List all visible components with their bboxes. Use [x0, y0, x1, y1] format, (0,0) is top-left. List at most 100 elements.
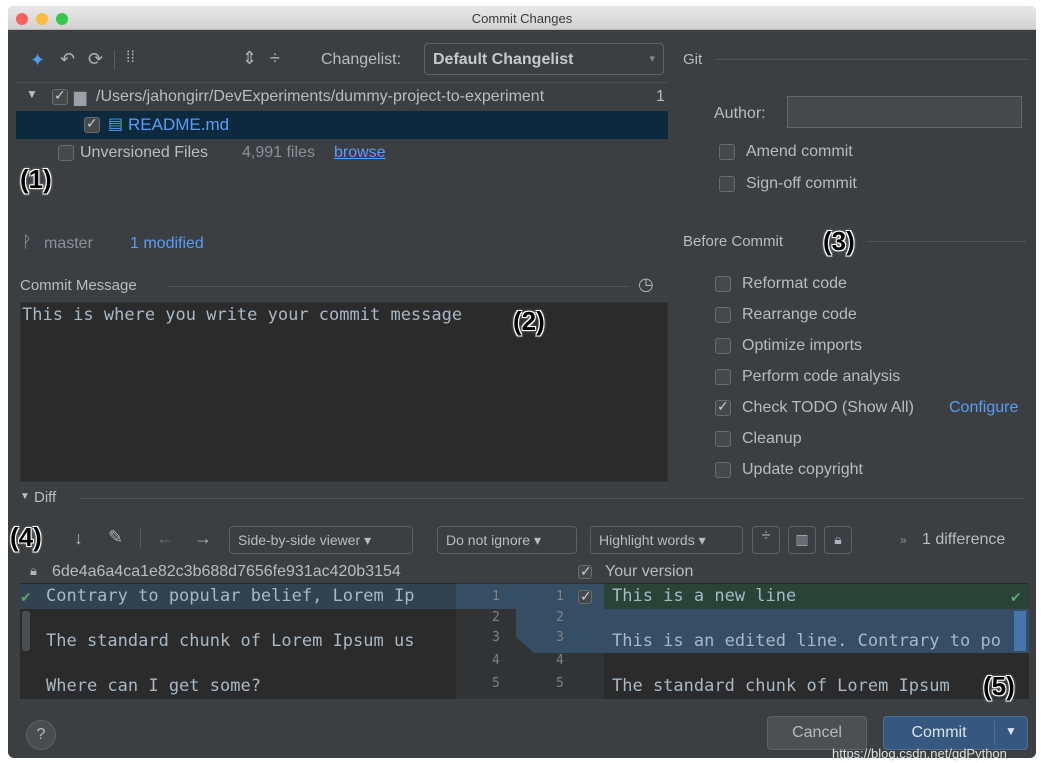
- rollback-icon[interactable]: ↶: [60, 49, 75, 70]
- changelist-dropdown[interactable]: Default Changelist ▾: [424, 43, 664, 75]
- expand-arrow-icon[interactable]: ▼: [26, 87, 38, 101]
- branch-icon: ᚹ: [22, 234, 32, 251]
- right-line-2: This is an edited line. Contrary to po: [612, 631, 1001, 651]
- watermark: https://blog.csdn.net/gdPython: [832, 746, 1007, 761]
- changelist-label: Changelist:: [321, 51, 402, 68]
- rearrange-code-label[interactable]: Rearrange code: [742, 306, 857, 324]
- markdown-file-icon: ▤: [108, 116, 124, 133]
- folder-icon: ▆: [74, 89, 87, 106]
- cancel-button[interactable]: Cancel: [767, 716, 867, 750]
- left-line-2: The standard chunk of Lorem Ipsum us: [46, 631, 415, 651]
- left-line-number-5: 5: [492, 676, 500, 691]
- commit-message-text: This is where you write your commit mess…: [22, 305, 463, 325]
- viewer-dropdown-label: Side-by-side viewer: [238, 532, 361, 548]
- difference-count: 1 difference: [922, 531, 1006, 548]
- read-only-lock-icon: 🔒︎: [30, 563, 37, 578]
- show-diff-icon[interactable]: ✦: [30, 50, 45, 71]
- annotation-1: (1): [20, 164, 52, 194]
- cleanup-label[interactable]: Cleanup: [742, 430, 802, 448]
- right-version-title: Your version: [605, 563, 694, 580]
- ignore-dropdown[interactable]: Do not ignore ▾: [437, 526, 577, 554]
- rearrange-code-checkbox[interactable]: [715, 307, 731, 323]
- signoff-commit-checkbox[interactable]: [719, 176, 735, 192]
- file-name[interactable]: README.md: [128, 115, 229, 135]
- left-line-3: Where can I get some?: [46, 676, 261, 696]
- commit-message-header: Commit Message: [20, 277, 137, 294]
- root-checkbox[interactable]: [52, 87, 68, 105]
- update-copyright-label[interactable]: Update copyright: [742, 461, 863, 479]
- left-line-number-2: 2: [492, 610, 500, 625]
- reformat-code-checkbox[interactable]: [715, 276, 731, 292]
- update-copyright-checkbox[interactable]: [715, 462, 731, 478]
- commit-button-group: Commit ▼: [883, 716, 1028, 750]
- commit-button[interactable]: Commit: [884, 717, 994, 749]
- title-bar: Commit Changes: [8, 6, 1036, 30]
- file-checkbox[interactable]: [84, 115, 100, 133]
- refresh-icon[interactable]: ⟳: [88, 49, 103, 70]
- browse-link[interactable]: browse: [334, 144, 386, 162]
- configure-link[interactable]: Configure: [949, 399, 1018, 417]
- right-line-number-3: 3: [556, 630, 564, 645]
- more-icon[interactable]: »: [900, 533, 907, 547]
- viewer-dropdown[interactable]: Side-by-side viewer ▾: [229, 526, 413, 554]
- unversioned-count: 4,991 files: [242, 144, 315, 161]
- no-problems-icon: ✔: [1010, 589, 1022, 605]
- expand-all-icon[interactable]: ⇕: [242, 48, 257, 69]
- collapse-all-icon[interactable]: ÷: [270, 48, 280, 69]
- chevron-down-icon: ▾: [364, 532, 372, 548]
- annotation-4: (4): [10, 522, 42, 552]
- left-scrollbar[interactable]: [22, 611, 30, 651]
- check-todo-checkbox[interactable]: [715, 398, 731, 416]
- gutter-connector: [456, 609, 604, 653]
- right-line-number-2: 2: [556, 610, 564, 625]
- check-todo-label[interactable]: Check TODO (Show All): [742, 399, 914, 417]
- help-button[interactable]: ?: [26, 720, 56, 750]
- highlight-dropdown-label: Highlight words: [599, 532, 695, 548]
- unversioned-checkbox[interactable]: [58, 145, 74, 161]
- collapse-unchanged-icon[interactable]: ÷: [752, 526, 780, 554]
- reformat-code-label[interactable]: Reformat code: [742, 275, 847, 293]
- amend-commit-checkbox[interactable]: [719, 144, 735, 160]
- cleanup-checkbox[interactable]: [715, 431, 731, 447]
- annotation-2: (2): [513, 306, 545, 336]
- left-line-1: Contrary to popular belief, Lorem Ip: [46, 586, 415, 606]
- git-header: Git: [683, 51, 703, 68]
- amend-commit-label[interactable]: Amend commit: [746, 143, 853, 161]
- diff-collapse-icon[interactable]: ▼: [20, 491, 30, 502]
- modified-status[interactable]: 1 modified: [130, 235, 204, 253]
- next-file-icon[interactable]: →: [194, 528, 212, 549]
- right-line-3: The standard chunk of Lorem Ipsum: [612, 676, 950, 696]
- left-line-number-4: 4: [492, 653, 500, 668]
- lock-icon[interactable]: 🔒︎: [824, 526, 852, 554]
- chevron-down-icon: ▾: [698, 532, 706, 548]
- group-by-icon[interactable]: ⁞⁞: [126, 49, 135, 67]
- sync-scroll-icon[interactable]: ▥: [788, 526, 816, 554]
- before-commit-header: Before Commit: [683, 233, 784, 250]
- code-analysis-label[interactable]: Perform code analysis: [742, 368, 900, 386]
- commit-options-chevron-icon[interactable]: ▼: [995, 717, 1027, 749]
- gutter-apply-checkbox[interactable]: [578, 588, 592, 605]
- annotation-5: (5): [983, 671, 1015, 701]
- author-input[interactable]: [787, 96, 1022, 128]
- code-analysis-checkbox[interactable]: [715, 369, 731, 385]
- right-line-number-1: 1: [556, 589, 564, 604]
- history-clock-icon[interactable]: ◷: [638, 274, 654, 295]
- highlight-dropdown[interactable]: Highlight words ▾: [590, 526, 743, 554]
- branch-name[interactable]: master: [44, 235, 93, 253]
- accepted-check-icon[interactable]: ✔: [20, 589, 32, 606]
- signoff-commit-label[interactable]: Sign-off commit: [746, 175, 857, 193]
- commit-message-editor[interactable]: This is where you write your commit mess…: [20, 302, 668, 482]
- previous-file-icon[interactable]: ←: [156, 528, 174, 549]
- diff-header[interactable]: Diff: [34, 489, 56, 506]
- annotation-3: (3): [823, 226, 855, 256]
- ignore-dropdown-label: Do not ignore: [446, 532, 531, 548]
- right-accept-checkbox[interactable]: [578, 563, 592, 580]
- optimize-imports-checkbox[interactable]: [715, 338, 731, 354]
- root-path[interactable]: /Users/jahongirr/DevExperiments/dummy-pr…: [96, 88, 544, 106]
- edit-source-icon[interactable]: ✎: [108, 527, 123, 548]
- optimize-imports-label[interactable]: Optimize imports: [742, 337, 862, 355]
- right-line-1: This is a new line: [612, 586, 797, 606]
- left-line-number-1: 1: [492, 589, 500, 604]
- next-change-icon[interactable]: ↓: [74, 528, 83, 549]
- chevron-down-icon: ▾: [649, 53, 655, 65]
